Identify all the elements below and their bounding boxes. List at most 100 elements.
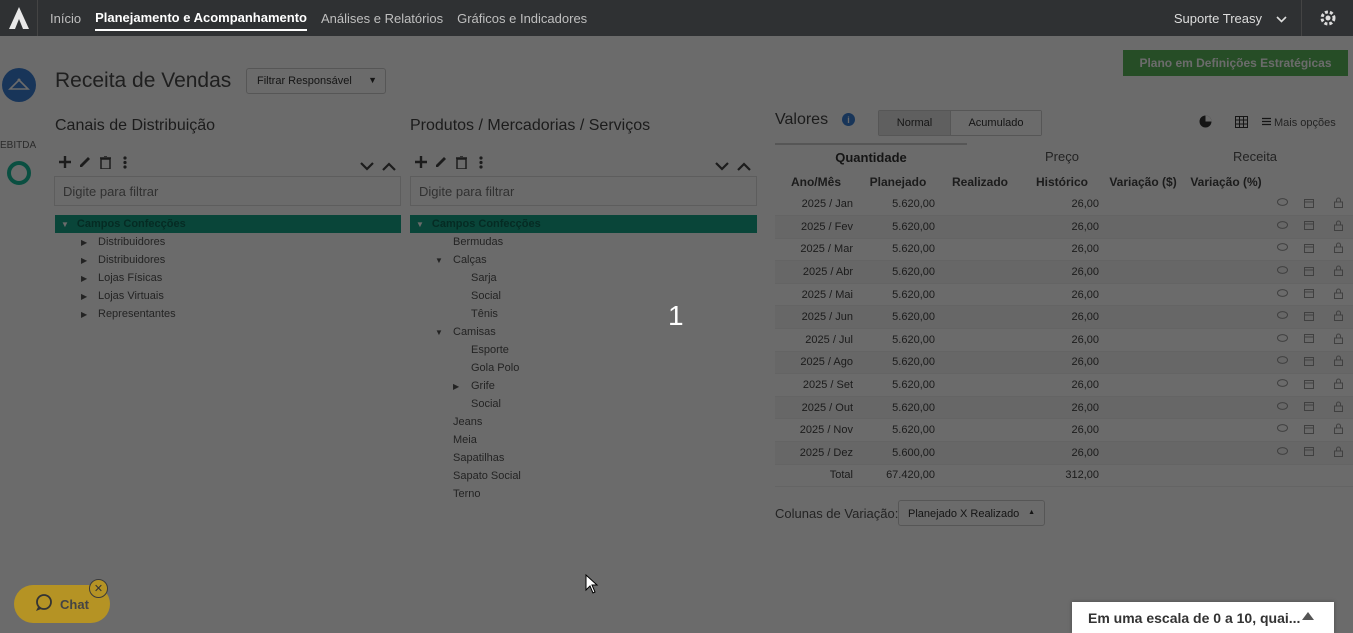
cell-planned[interactable]: 5.620,00 — [857, 418, 939, 443]
lock-icon[interactable] — [1333, 378, 1343, 392]
caret-right-icon[interactable]: ▶ — [81, 310, 87, 319]
comment-icon[interactable] — [1276, 333, 1288, 346]
trash-icon[interactable] — [98, 155, 112, 169]
cell-planned[interactable]: 5.620,00 — [857, 283, 939, 307]
cell-planned[interactable]: 5.620,00 — [857, 373, 939, 397]
caret-right-icon[interactable]: ▶ — [453, 382, 459, 391]
comment-icon[interactable] — [1276, 220, 1288, 233]
product-tree-item[interactable]: Sapatilhas — [410, 449, 757, 467]
product-tree-item[interactable]: Bermudas — [410, 233, 757, 251]
caret-down-icon[interactable]: ▼ — [435, 328, 443, 337]
cell-planned[interactable]: 5.620,00 — [857, 351, 939, 375]
lock-icon[interactable] — [1333, 423, 1343, 437]
calendar-icon[interactable] — [1304, 266, 1314, 279]
cell-realized[interactable] — [939, 283, 1021, 307]
chevron-up-icon[interactable] — [382, 158, 396, 176]
calendar-icon[interactable] — [1304, 198, 1314, 211]
trash-icon[interactable] — [454, 155, 468, 169]
table-grid-icon[interactable] — [1235, 115, 1248, 131]
calendar-icon[interactable] — [1304, 221, 1314, 233]
product-tree-item[interactable]: Meia — [410, 431, 757, 449]
nps-survey-bar[interactable]: Em uma escala de 0 a 10, quai... — [1072, 602, 1334, 633]
cell-planned[interactable]: 5.600,00 — [857, 441, 939, 465]
product-tree-item[interactable]: ▼ Camisas — [410, 323, 757, 341]
cell-realized[interactable] — [939, 351, 1021, 375]
comment-icon[interactable] — [1276, 266, 1288, 278]
channel-tree-item[interactable]: ▶ Distribuidores — [55, 233, 401, 251]
caret-down-icon[interactable]: ▼ — [435, 256, 443, 265]
edit-icon[interactable] — [434, 155, 448, 169]
channel-tree-item[interactable]: ▶ Lojas Físicas — [55, 269, 401, 287]
toggle-accumulated[interactable]: Acumulado — [951, 111, 1041, 135]
lock-icon[interactable] — [1333, 265, 1343, 279]
caret-right-icon[interactable]: ▶ — [81, 292, 87, 301]
lock-icon[interactable] — [1333, 310, 1343, 324]
cell-realized[interactable] — [939, 418, 1021, 443]
caret-right-icon[interactable]: ▶ — [81, 238, 87, 247]
caret-right-icon[interactable]: ▶ — [81, 274, 87, 283]
product-tree-item[interactable]: Tênis — [410, 305, 757, 323]
variation-columns-select[interactable]: Planejado X Realizado ▲ — [898, 500, 1045, 526]
cell-realized[interactable] — [939, 441, 1021, 465]
chevron-up-icon[interactable] — [737, 158, 751, 176]
tab-quantity[interactable]: Quantidade — [775, 143, 967, 169]
product-tree-item[interactable]: Sarja — [410, 269, 757, 287]
product-tree-item[interactable]: Sapato Social — [410, 467, 757, 485]
chevron-down-icon[interactable] — [715, 158, 729, 176]
lock-icon[interactable] — [1333, 220, 1343, 234]
lock-icon[interactable] — [1333, 333, 1343, 347]
product-tree-item[interactable]: Terno — [410, 485, 757, 503]
cell-realized[interactable] — [939, 238, 1021, 262]
info-icon[interactable]: i — [842, 113, 855, 126]
calendar-icon[interactable] — [1304, 447, 1314, 459]
pie-chart-icon[interactable] — [1199, 115, 1212, 131]
comment-icon[interactable] — [1276, 198, 1288, 210]
caret-right-icon[interactable]: ▶ — [81, 256, 87, 265]
toggle-normal[interactable]: Normal — [879, 111, 951, 135]
lock-icon[interactable] — [1333, 446, 1343, 460]
add-icon[interactable] — [414, 155, 428, 169]
comment-icon[interactable] — [1276, 311, 1288, 323]
add-icon[interactable] — [58, 155, 72, 169]
channels-filter-input[interactable] — [54, 176, 401, 206]
comment-icon[interactable] — [1276, 424, 1288, 436]
responsible-filter-select[interactable]: Filtrar Responsável ▼ — [246, 68, 386, 94]
cell-planned[interactable]: 5.620,00 — [857, 260, 939, 284]
comment-icon[interactable] — [1276, 379, 1288, 391]
cell-realized[interactable] — [939, 215, 1021, 239]
edit-icon[interactable] — [78, 155, 92, 169]
calendar-icon[interactable] — [1304, 379, 1314, 392]
lock-icon[interactable] — [1333, 243, 1343, 256]
product-tree-item[interactable]: Jeans — [410, 413, 757, 431]
product-tree-item[interactable]: Gola Polo — [410, 359, 757, 377]
cell-planned[interactable]: 5.620,00 — [857, 396, 939, 420]
user-menu[interactable]: Suporte Treasy — [1174, 0, 1287, 36]
calendar-icon[interactable] — [1304, 334, 1314, 346]
lock-icon[interactable] — [1333, 197, 1343, 211]
products-filter-input[interactable] — [410, 176, 757, 206]
cell-realized[interactable] — [939, 373, 1021, 397]
nav-item-1[interactable]: Planejamento e Acompanhamento — [95, 6, 307, 31]
product-tree-item[interactable]: Social — [410, 287, 757, 305]
channel-tree-item[interactable]: ▶ Distribuidores — [55, 251, 401, 269]
nav-item-3[interactable]: Gráficos e Indicadores — [457, 7, 587, 30]
cell-planned[interactable]: 5.620,00 — [857, 305, 939, 330]
tab-price[interactable]: Preço — [967, 143, 1157, 169]
comment-icon[interactable] — [1276, 356, 1288, 368]
lock-icon[interactable] — [1333, 288, 1343, 302]
nav-item-2[interactable]: Análises e Relatórios — [321, 7, 443, 30]
product-tree-item[interactable]: Social — [410, 395, 757, 413]
comment-icon[interactable] — [1276, 401, 1288, 414]
hanger-avatar-icon[interactable] — [2, 68, 36, 102]
comment-icon[interactable] — [1276, 243, 1288, 255]
lock-icon[interactable] — [1333, 355, 1343, 369]
more-options-link[interactable]: Mais opções — [1274, 117, 1336, 129]
ebitda-ring-icon[interactable] — [7, 161, 31, 185]
gear-icon[interactable] — [1301, 0, 1353, 36]
calendar-icon[interactable] — [1304, 289, 1314, 301]
channel-tree-item[interactable]: ▶ Lojas Virtuais — [55, 287, 401, 305]
calendar-icon[interactable] — [1304, 243, 1314, 256]
tab-revenue[interactable]: Receita — [1157, 143, 1353, 169]
product-tree-item[interactable]: ▼ Calças — [410, 251, 757, 269]
more-vertical-icon[interactable] — [118, 155, 132, 169]
